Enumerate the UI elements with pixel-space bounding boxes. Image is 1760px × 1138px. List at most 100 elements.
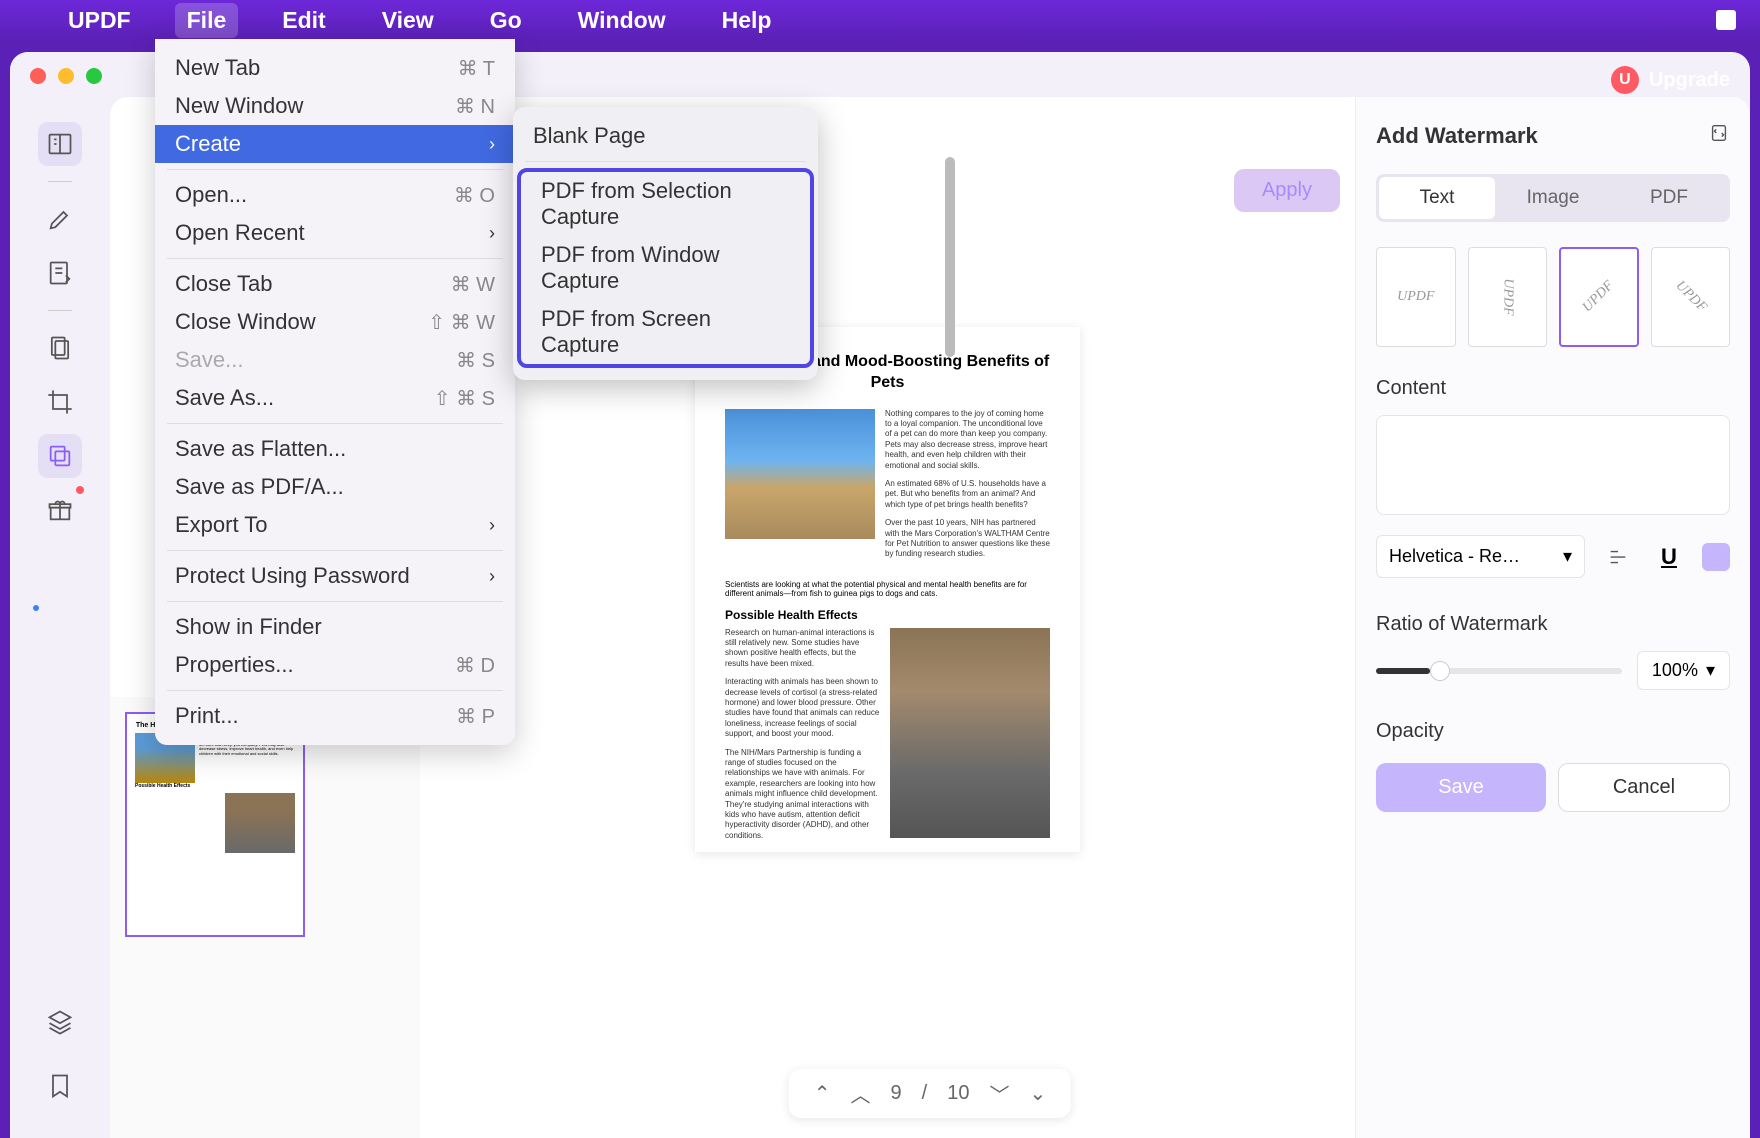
underline-button[interactable]: U — [1651, 539, 1687, 575]
menu-separator — [167, 601, 503, 602]
menu-open-recent[interactable]: Open Recent› — [155, 214, 515, 252]
sidebar-gift-icon[interactable] — [38, 488, 82, 532]
menu-protect-password[interactable]: Protect Using Password› — [155, 557, 515, 595]
upgrade-icon: U — [1611, 66, 1639, 94]
menu-save-as[interactable]: Save As...⇧ ⌘ S — [155, 379, 515, 417]
tab-pdf[interactable]: PDF — [1611, 177, 1727, 219]
menu-save: Save...⌘ S — [155, 341, 515, 379]
thumbnail-panel: The Health and Mood-Boosting Benefits of… — [110, 697, 420, 1138]
opacity-label: Opacity — [1376, 720, 1730, 743]
dog-image — [890, 628, 1050, 838]
chevron-down-icon: ▾ — [1706, 660, 1715, 681]
sidebar-crop-icon[interactable] — [38, 380, 82, 424]
preset-horizontal[interactable]: UPDF — [1376, 247, 1456, 347]
menu-close-tab[interactable]: Close Tab⌘ W — [155, 265, 515, 303]
doc-subtitle: Possible Health Effects — [725, 608, 1050, 622]
chevron-right-icon: › — [489, 134, 495, 155]
preset-grid: UPDF UPDF UPDF UPDF — [1376, 247, 1730, 347]
upgrade-label: Upgrade — [1649, 69, 1730, 92]
ratio-value-select[interactable]: 100% ▾ — [1637, 651, 1730, 690]
menu-save-flatten[interactable]: Save as Flatten... — [155, 430, 515, 468]
menu-export-to[interactable]: Export To› — [155, 506, 515, 544]
submenu-pdf-screen-capture[interactable]: PDF from Screen Capture — [521, 300, 810, 364]
chevron-right-icon: › — [489, 223, 495, 244]
close-window-button[interactable] — [30, 68, 46, 84]
content-label: Content — [1376, 377, 1730, 400]
highlight-annotation: PDF from Selection Capture PDF from Wind… — [517, 168, 814, 368]
save-button[interactable]: Save — [1376, 763, 1546, 812]
watermark-type-tabs: Text Image PDF — [1376, 174, 1730, 222]
expand-icon[interactable] — [1708, 122, 1730, 149]
current-page[interactable]: 9 — [891, 1082, 902, 1105]
upgrade-button[interactable]: U Upgrade — [1611, 66, 1730, 94]
prev-page-icon[interactable]: ︿ — [851, 1079, 871, 1108]
menubar-view[interactable]: View — [370, 3, 446, 38]
menubar-window[interactable]: Window — [566, 3, 678, 38]
total-pages: 10 — [947, 1082, 969, 1105]
submenu-pdf-window-capture[interactable]: PDF from Window Capture — [521, 236, 810, 300]
menubar-right-icon[interactable] — [1716, 10, 1736, 30]
submenu-blank-page[interactable]: Blank Page — [513, 117, 818, 155]
sidebar-divider — [48, 181, 72, 182]
content-input[interactable] — [1376, 415, 1730, 515]
next-page-icon[interactable]: ﹀ — [989, 1079, 1009, 1108]
sidebar-highlighter-icon[interactable] — [38, 197, 82, 241]
system-menubar: UPDF File Edit View Go Window Help — [0, 0, 1760, 40]
menu-new-window[interactable]: New Window⌘ N — [155, 87, 515, 125]
cancel-button[interactable]: Cancel — [1558, 763, 1730, 812]
document-page: The Health and Mood-Boosting Benefits of… — [695, 327, 1080, 852]
preset-diagonal-down[interactable]: UPDF — [1651, 247, 1731, 347]
page-separator: / — [922, 1082, 928, 1105]
align-icon[interactable] — [1600, 539, 1636, 575]
chevron-down-icon: ▾ — [1563, 546, 1572, 567]
sidebar-layers-icon[interactable] — [38, 1000, 82, 1044]
submenu-pdf-selection-capture[interactable]: PDF from Selection Capture — [521, 172, 810, 236]
ratio-slider[interactable] — [1376, 668, 1622, 674]
chevron-right-icon: › — [489, 515, 495, 536]
apply-button[interactable]: Apply — [1234, 169, 1340, 212]
menu-separator — [167, 169, 503, 170]
scrollbar[interactable] — [945, 157, 955, 357]
chevron-right-icon: › — [489, 566, 495, 587]
font-selector[interactable]: Helvetica - Re… ▾ — [1376, 535, 1585, 578]
menu-print[interactable]: Print...⌘ P — [155, 697, 515, 735]
sidebar-edit-icon[interactable] — [38, 251, 82, 295]
panel-title: Add Watermark — [1376, 123, 1538, 149]
menu-properties[interactable]: Properties...⌘ D — [155, 646, 515, 684]
sidebar-pages-icon[interactable] — [38, 326, 82, 370]
format-row: Helvetica - Re… ▾ U — [1376, 535, 1730, 578]
menubar-edit[interactable]: Edit — [270, 3, 337, 38]
menu-new-tab[interactable]: New Tab⌘ T — [155, 49, 515, 87]
menu-separator — [167, 423, 503, 424]
preset-diagonal-up[interactable]: UPDF — [1559, 247, 1639, 347]
last-page-icon[interactable]: ⌄ — [1029, 1081, 1046, 1106]
sidebar-watermark-icon[interactable] — [38, 434, 82, 478]
menu-show-in-finder[interactable]: Show in Finder — [155, 608, 515, 646]
sidebar-reader-icon[interactable] — [38, 122, 82, 166]
menubar-help[interactable]: Help — [710, 3, 784, 38]
active-indicator — [33, 605, 39, 611]
menu-separator — [167, 550, 503, 551]
file-menu-dropdown: New Tab⌘ T New Window⌘ N Create› Open...… — [155, 39, 515, 745]
traffic-lights — [30, 68, 102, 84]
tab-text[interactable]: Text — [1379, 177, 1495, 219]
first-page-icon[interactable]: ⌃ — [814, 1081, 831, 1106]
preset-vertical[interactable]: UPDF — [1468, 247, 1548, 347]
tab-image[interactable]: Image — [1495, 177, 1611, 219]
menu-close-window[interactable]: Close Window⇧ ⌘ W — [155, 303, 515, 341]
fullscreen-window-button[interactable] — [86, 68, 102, 84]
sidebar-bookmark-icon[interactable] — [38, 1064, 82, 1108]
watermark-panel: Add Watermark Text Image PDF UPDF UPDF U… — [1355, 97, 1750, 1138]
page-thumbnail[interactable]: The Health and Mood-Boosting Benefits of… — [125, 712, 305, 937]
color-picker[interactable] — [1702, 543, 1730, 571]
menubar-go[interactable]: Go — [478, 3, 534, 38]
menubar-app[interactable]: UPDF — [56, 3, 143, 38]
menu-open[interactable]: Open...⌘ O — [155, 176, 515, 214]
menu-separator — [167, 690, 503, 691]
sidebar-divider — [48, 310, 72, 311]
slider-thumb[interactable] — [1430, 661, 1450, 681]
menu-create[interactable]: Create› — [155, 125, 515, 163]
menubar-file[interactable]: File — [175, 3, 239, 38]
minimize-window-button[interactable] — [58, 68, 74, 84]
menu-save-pdfa[interactable]: Save as PDF/A... — [155, 468, 515, 506]
